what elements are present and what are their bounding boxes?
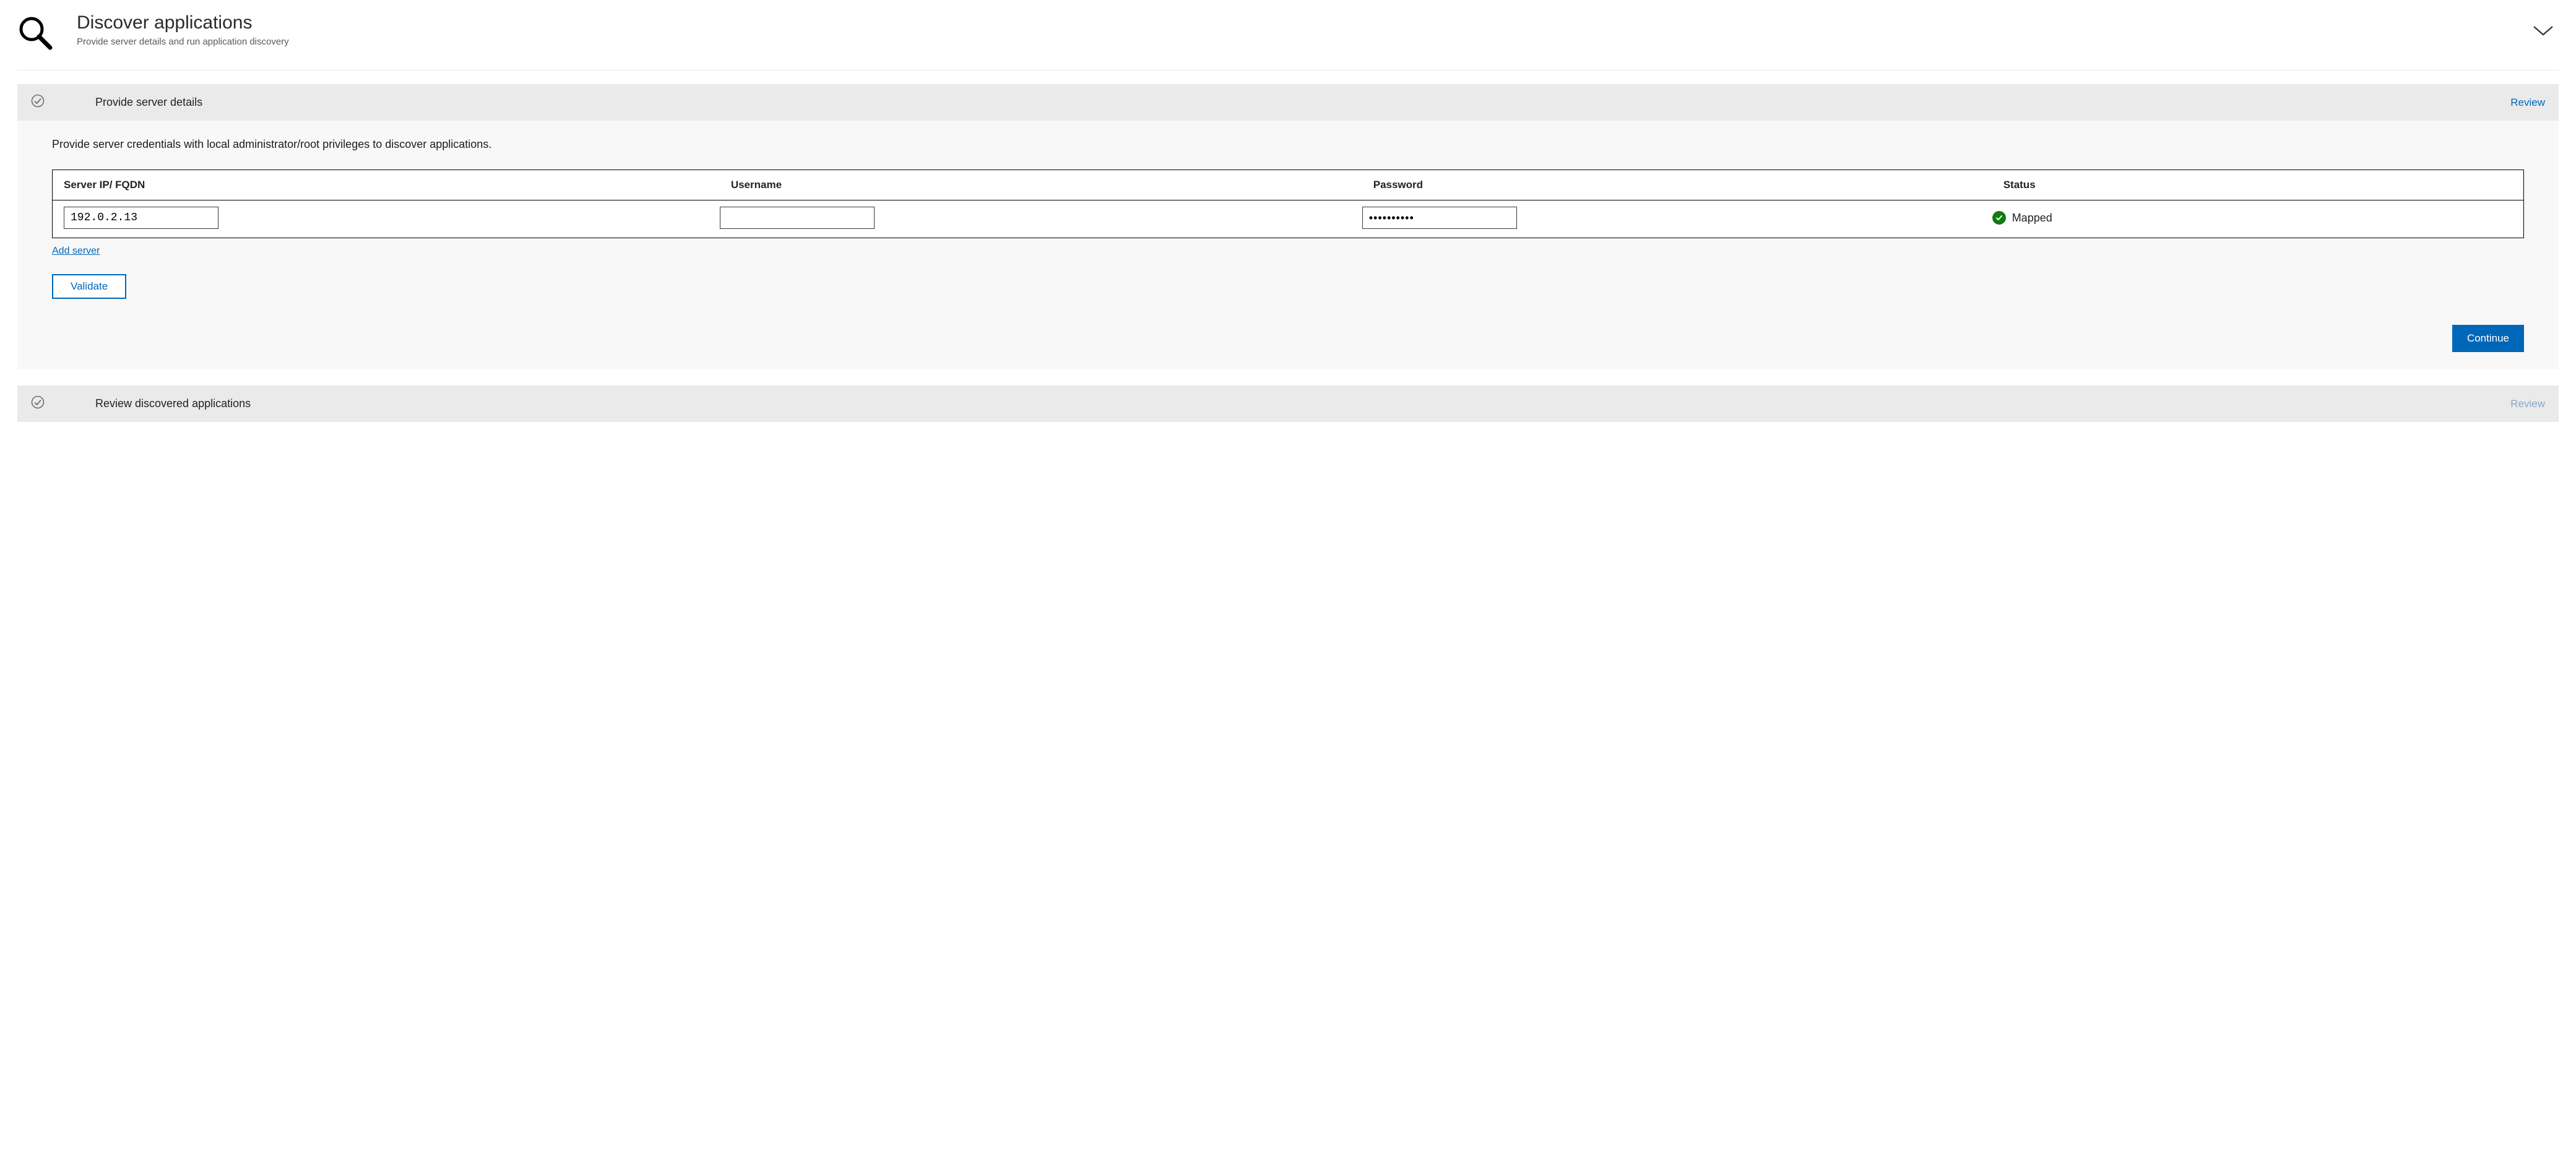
server-ip-input[interactable] [64,207,218,229]
step1-instruction: Provide server credentials with local ad… [52,138,2524,151]
step1-review-link[interactable]: Review [2510,97,2545,109]
chevron-down-icon[interactable] [2533,25,2554,40]
password-input[interactable] [1362,207,1517,229]
step1-header[interactable]: Provide server details Review [17,84,2559,121]
status-label: Mapped [2012,212,2052,225]
step1-title: Provide server details [95,96,2510,109]
step1-body: Provide server credentials with local ad… [17,121,2559,369]
username-input[interactable] [720,207,875,229]
check-circle-icon [31,94,45,111]
col-header-username: Username [720,170,1362,200]
step2-review-link[interactable]: Review [2510,398,2545,410]
page-title: Discover applications [77,12,2559,33]
server-row: Mapped [53,200,2523,238]
server-credentials-table: Server IP/ FQDN Username Password Status [52,170,2524,238]
status-ok-icon [1992,211,2006,225]
page-subtitle: Provide server details and run applicati… [77,37,2559,47]
step2-title: Review discovered applications [95,397,2510,410]
col-header-password: Password [1362,170,1992,200]
continue-button[interactable]: Continue [2452,325,2524,352]
add-server-link[interactable]: Add server [52,246,100,257]
check-circle-icon [31,395,45,412]
step2-header[interactable]: Review discovered applications Review [17,385,2559,422]
search-icon [17,15,53,54]
validate-button[interactable]: Validate [52,274,126,299]
col-header-ip: Server IP/ FQDN [53,170,720,200]
col-header-status: Status [1992,170,2523,200]
